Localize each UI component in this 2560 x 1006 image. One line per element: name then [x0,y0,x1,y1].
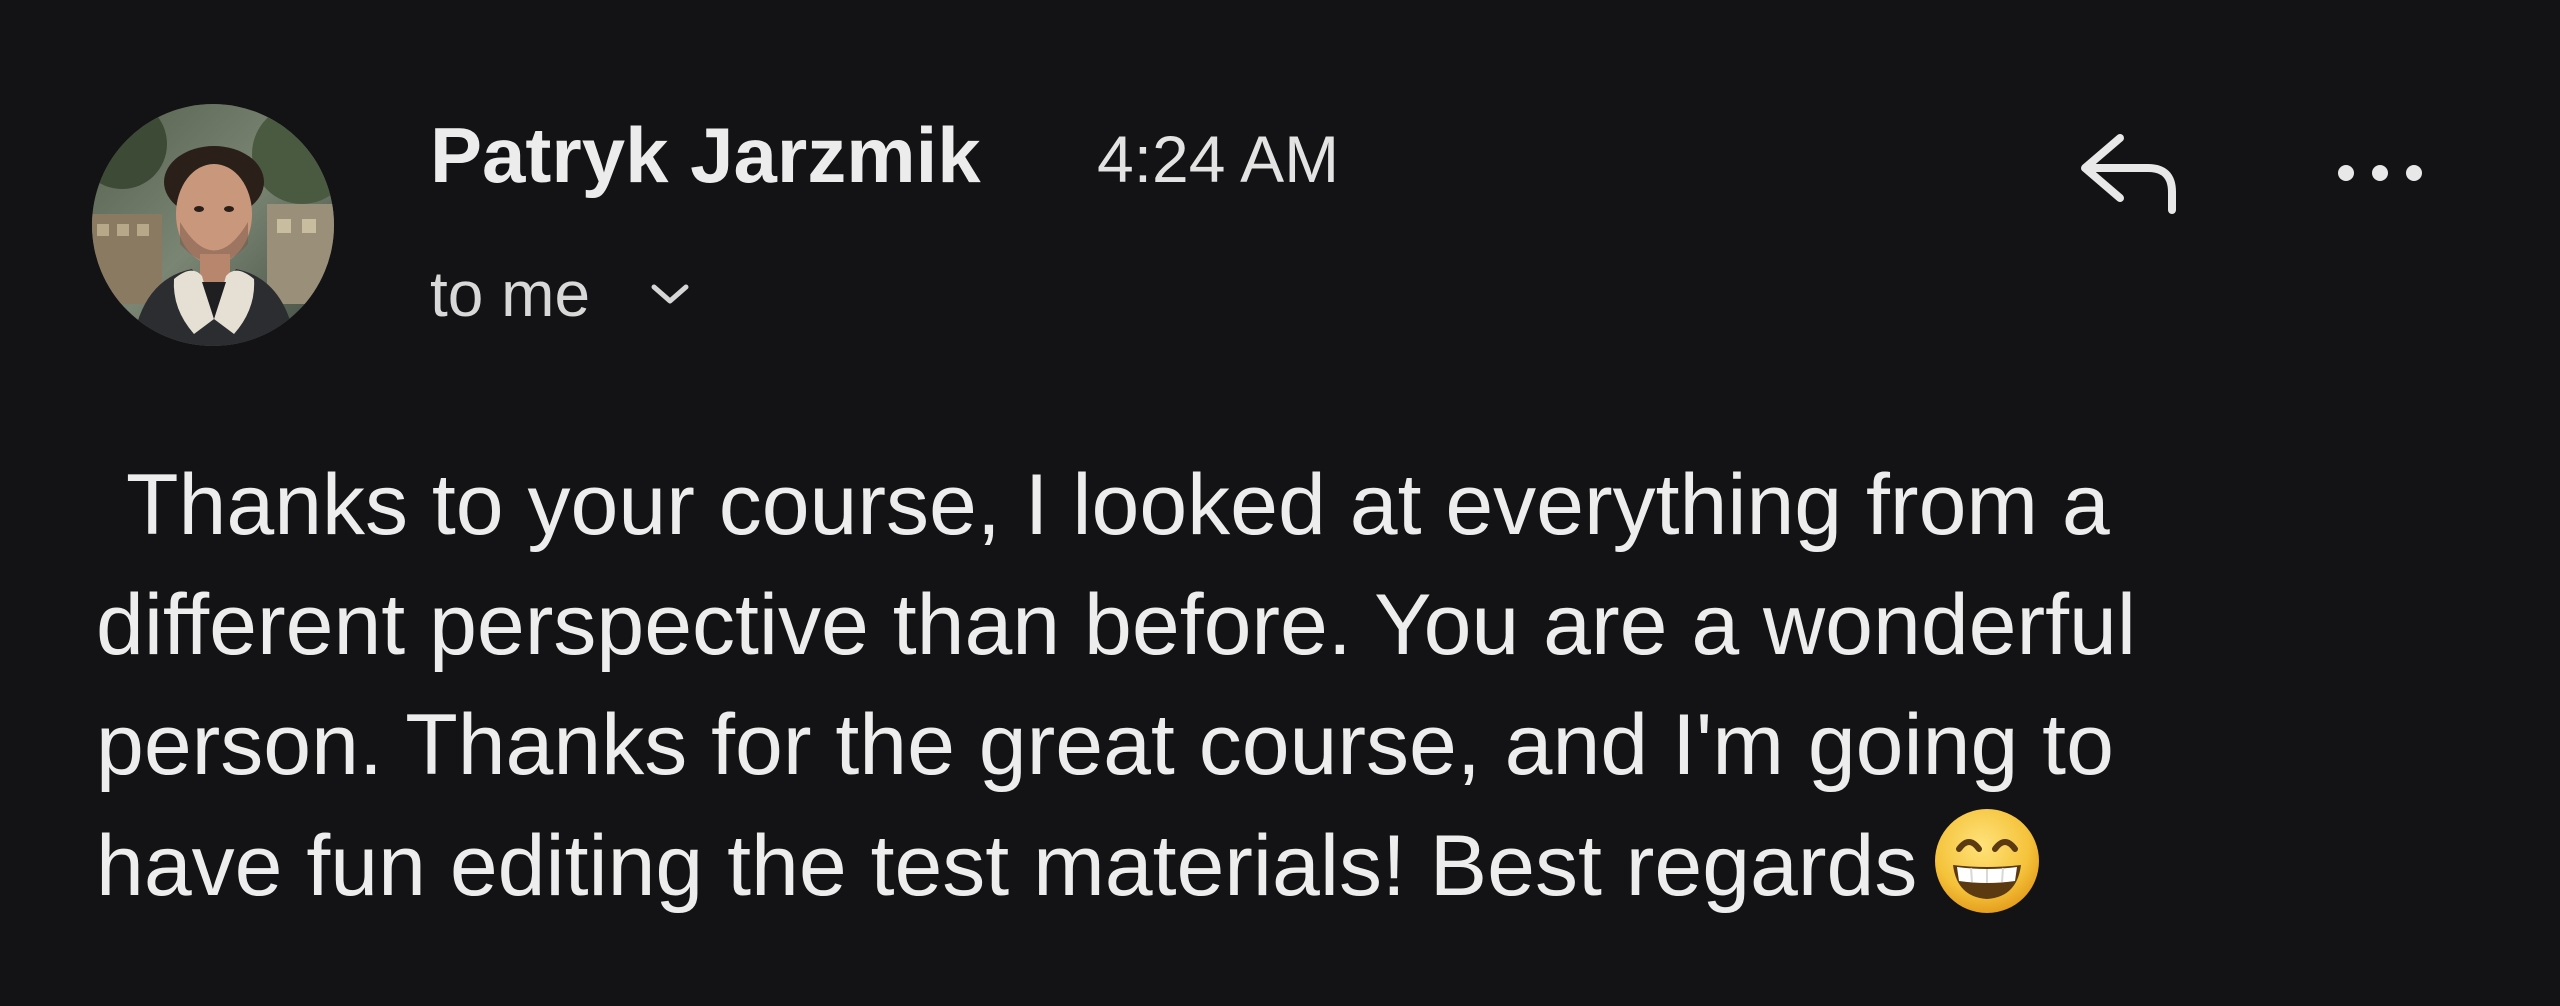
body-line: Thanks to your course, I looked at every… [126,457,2110,553]
message-timestamp: 4:24 AM [1097,122,1340,196]
more-horizontal-icon [2330,158,2430,193]
reply-icon [2070,118,2190,223]
body-line-last: have fun editing the test materials! Bes… [96,805,2516,926]
reply-button[interactable] [2060,110,2200,230]
more-options-button[interactable] [2320,120,2440,230]
body-line-text: have fun editing the test materials! Bes… [96,818,1918,914]
sender-name: Patryk Jarzmik [430,111,981,199]
chevron-down-icon [648,279,692,309]
recipient-details-toggle[interactable]: to me [430,254,692,334]
avatar-photo [92,104,334,346]
recipient-label: to me [430,258,591,330]
body-line: person. Thanks for the great course, and… [96,697,2114,793]
email-header: Patryk Jarzmik 4:24 AM to me [0,0,2560,420]
body-line: different perspective than before. You a… [96,577,2136,673]
grinning-face-emoji-icon [1931,805,2043,917]
message-body: Thanks to your course, I looked at every… [96,445,2516,926]
sender-avatar[interactable] [92,104,334,346]
